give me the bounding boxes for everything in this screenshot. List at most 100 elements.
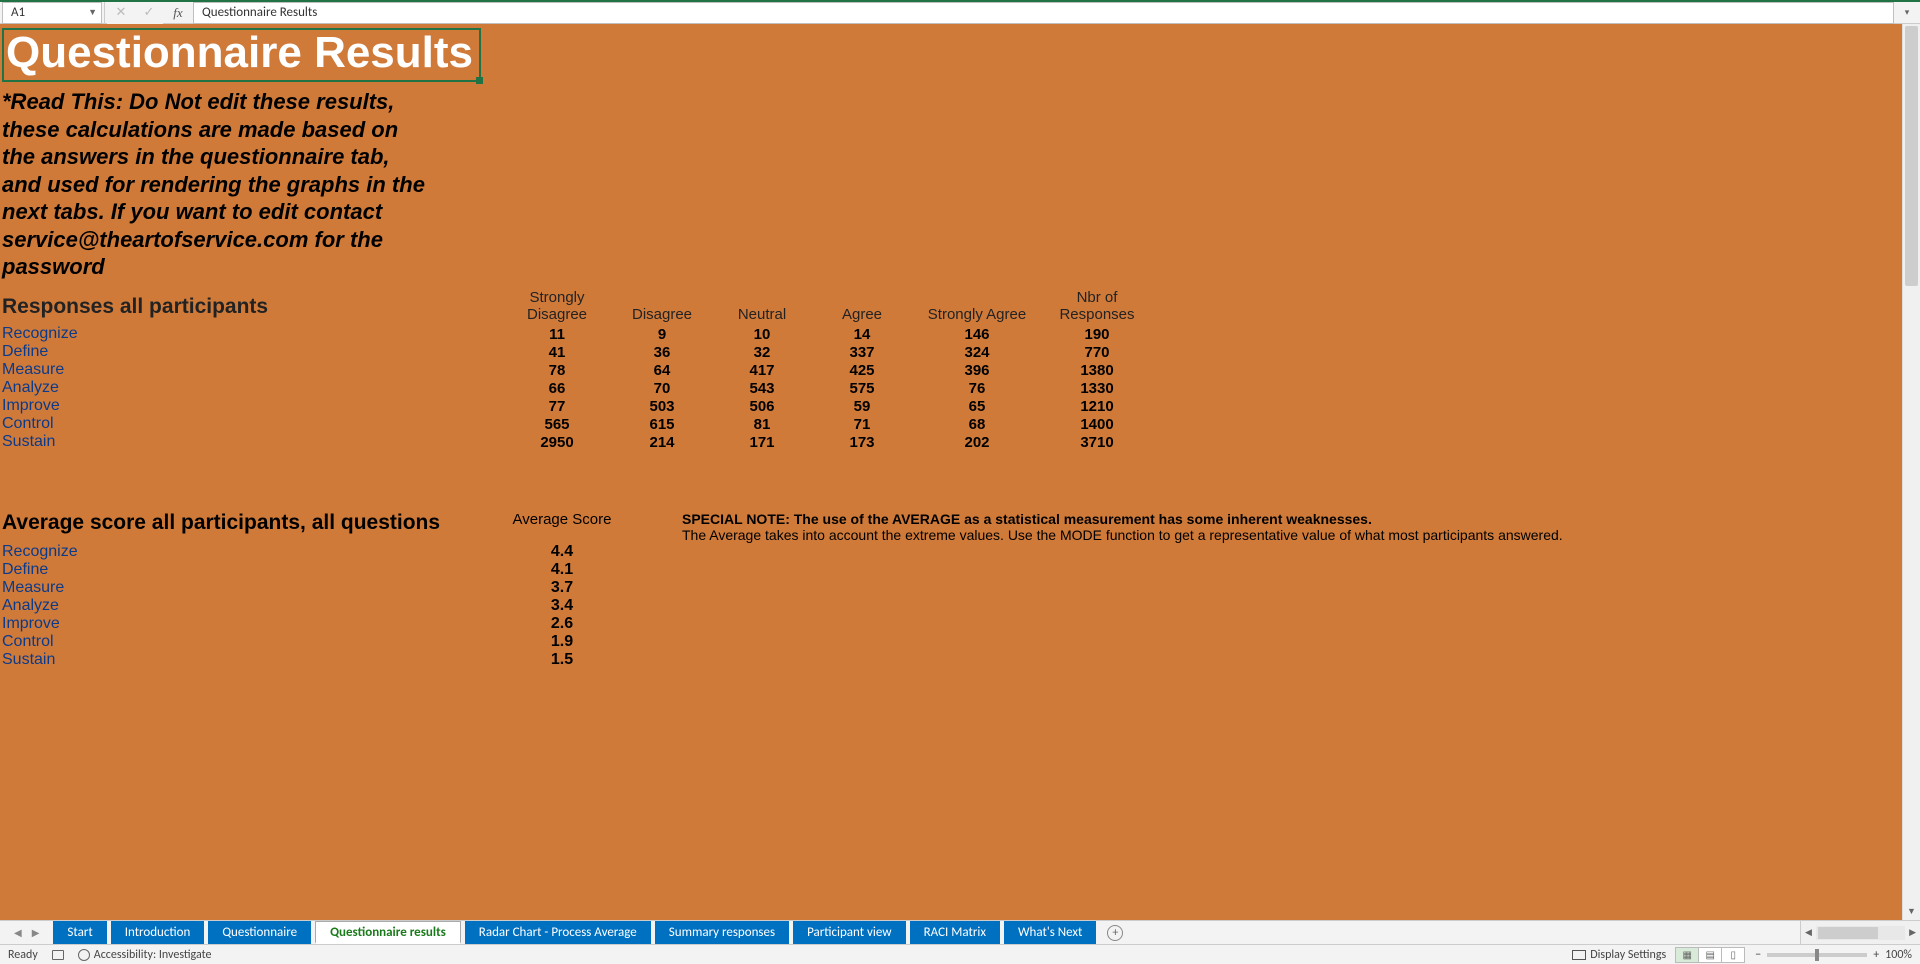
row-category: Measure xyxy=(2,361,502,379)
cell-value: 78 xyxy=(502,362,612,379)
display-icon xyxy=(1572,950,1586,960)
row-category: Sustain xyxy=(2,433,502,451)
cell-value: 1330 xyxy=(1042,380,1152,397)
sheet-tab[interactable]: What's Next xyxy=(1004,921,1096,944)
status-right: Display Settings ▦ ▤ ▯ − + 100% xyxy=(1572,947,1912,963)
sheet-tab[interactable]: Questionnaire xyxy=(208,921,311,944)
responses-table-header: Responses all participants StronglyDisag… xyxy=(2,289,1902,326)
sheet-tab[interactable]: Start xyxy=(53,921,106,944)
cell-value: 3710 xyxy=(1042,434,1152,451)
cell-value: 337 xyxy=(812,344,912,361)
average-table-header: Average score all participants, all ques… xyxy=(2,511,1902,543)
cell-value: 4.1 xyxy=(502,561,622,579)
status-bar: Ready Accessibility: Investigate Display… xyxy=(0,944,1920,964)
cell-value: 10 xyxy=(712,326,812,343)
table-row: Control1.9 xyxy=(2,633,1902,651)
hscroll-thumb[interactable] xyxy=(1818,927,1878,939)
col-average-score: Average Score xyxy=(502,511,622,528)
macro-record-icon[interactable] xyxy=(52,950,64,960)
cell-value: 11 xyxy=(502,326,612,343)
cell-value: 190 xyxy=(1042,326,1152,343)
table-row: Analyze6670543575761330 xyxy=(2,379,1902,397)
col-neutral: Neutral xyxy=(712,306,812,325)
cell-value: 615 xyxy=(612,416,712,433)
cell-value: 565 xyxy=(502,416,612,433)
cell-value: 3.7 xyxy=(502,579,622,597)
responses-table: Responses all participants StronglyDisag… xyxy=(2,289,1902,452)
accessibility-status[interactable]: Accessibility: Investigate xyxy=(78,948,212,962)
cell-value: 64 xyxy=(612,362,712,379)
horizontal-scrollbar[interactable]: ◀ ▶ xyxy=(1800,921,1920,944)
view-page-break-button[interactable]: ▯ xyxy=(1721,947,1745,963)
cell-value: 1380 xyxy=(1042,362,1152,379)
tab-scroll-left-icon[interactable]: ◀ xyxy=(14,926,22,939)
cell-value: 81 xyxy=(712,416,812,433)
status-left: Ready Accessibility: Investigate xyxy=(8,948,211,962)
cancel-formula-button[interactable]: ✕ xyxy=(107,2,135,24)
vertical-scrollbar[interactable]: ▲ ▼ xyxy=(1902,24,1920,920)
table-row: Analyze3.4 xyxy=(2,597,1902,615)
sheet-tabs-bar: ◀ ▶ StartIntroductionQuestionnaireQuesti… xyxy=(0,920,1920,944)
status-ready: Ready xyxy=(8,948,38,962)
row-category: Sustain xyxy=(2,651,502,669)
cell-value: 146 xyxy=(912,326,1042,343)
cell-value: 202 xyxy=(912,434,1042,451)
sheet-tab[interactable]: Introduction xyxy=(111,921,205,944)
cell-value: 4.4 xyxy=(502,543,622,561)
add-sheet-button[interactable]: + xyxy=(1100,921,1130,944)
fx-icon[interactable]: fx xyxy=(163,5,193,21)
view-normal-button[interactable]: ▦ xyxy=(1675,947,1699,963)
formula-bar: A1 ▼ ✕ ✓ fx Questionnaire Results ▾ xyxy=(0,0,1920,24)
table-row: Measure78644174253961380 xyxy=(2,361,1902,379)
section2-heading: Average score all participants, all ques… xyxy=(2,511,502,535)
scroll-down-icon[interactable]: ▼ xyxy=(1903,904,1920,920)
table-row: Improve7750350659651210 xyxy=(2,397,1902,415)
cell-value: 77 xyxy=(502,398,612,415)
name-box-value: A1 xyxy=(11,5,25,20)
sheet-tabs: StartIntroductionQuestionnaireQuestionna… xyxy=(53,921,1100,944)
tab-scroll-right-icon[interactable]: ▶ xyxy=(32,926,40,939)
table-row: Sustain1.5 xyxy=(2,651,1902,669)
special-note: SPECIAL NOTE: The use of the AVERAGE as … xyxy=(682,511,1582,543)
cell-value: 3.4 xyxy=(502,597,622,615)
name-box[interactable]: A1 ▼ xyxy=(2,2,102,24)
sheet-tab[interactable]: RACI Matrix xyxy=(910,921,1000,944)
zoom-slider-knob[interactable] xyxy=(1815,949,1819,961)
zoom-level[interactable]: 100% xyxy=(1885,948,1912,962)
formula-input[interactable]: Questionnaire Results xyxy=(193,2,1894,24)
cell-value: 71 xyxy=(812,416,912,433)
hscroll-track[interactable] xyxy=(1816,926,1905,940)
table-row: Sustain29502141711732023710 xyxy=(2,433,1902,451)
cell-value: 173 xyxy=(812,434,912,451)
zoom-in-button[interactable]: + xyxy=(1873,948,1879,962)
col-nbr-responses: Nbr ofResponses xyxy=(1042,289,1152,326)
zoom-slider[interactable] xyxy=(1767,953,1867,957)
table-row: Define4.1 xyxy=(2,561,1902,579)
hscroll-left-icon[interactable]: ◀ xyxy=(1801,927,1816,938)
hscroll-right-icon[interactable]: ▶ xyxy=(1905,927,1920,938)
cell-value: 2950 xyxy=(502,434,612,451)
scrollbar-thumb[interactable] xyxy=(1905,26,1918,286)
sheet-tab[interactable]: Radar Chart - Process Average xyxy=(465,921,651,944)
sheet-tab[interactable]: Participant view xyxy=(793,921,906,944)
page-title[interactable]: Questionnaire Results xyxy=(2,28,481,82)
sheet-tab[interactable]: Summary responses xyxy=(655,921,789,944)
view-switcher: ▦ ▤ ▯ xyxy=(1676,947,1745,963)
view-page-layout-button[interactable]: ▤ xyxy=(1698,947,1722,963)
row-category: Improve xyxy=(2,615,502,633)
cell-value: 14 xyxy=(812,326,912,343)
row-category: Define xyxy=(2,343,502,361)
display-settings-button[interactable]: Display Settings xyxy=(1572,948,1666,962)
enter-formula-button[interactable]: ✓ xyxy=(135,2,163,24)
cell-value: 543 xyxy=(712,380,812,397)
section1-heading: Responses all participants xyxy=(2,295,502,319)
table-row: Recognize4.4 xyxy=(2,543,1902,561)
plus-icon: + xyxy=(1107,925,1123,941)
zoom-out-button[interactable]: − xyxy=(1755,948,1761,962)
spacer xyxy=(1130,921,1800,944)
chevron-down-icon[interactable]: ▼ xyxy=(88,7,97,18)
worksheet[interactable]: Questionnaire Results *Read This: Do Not… xyxy=(0,24,1902,920)
formula-expand-icon[interactable]: ▾ xyxy=(1898,7,1916,18)
sheet-tab[interactable]: Questionnaire results xyxy=(315,921,461,944)
cell-value: 324 xyxy=(912,344,1042,361)
